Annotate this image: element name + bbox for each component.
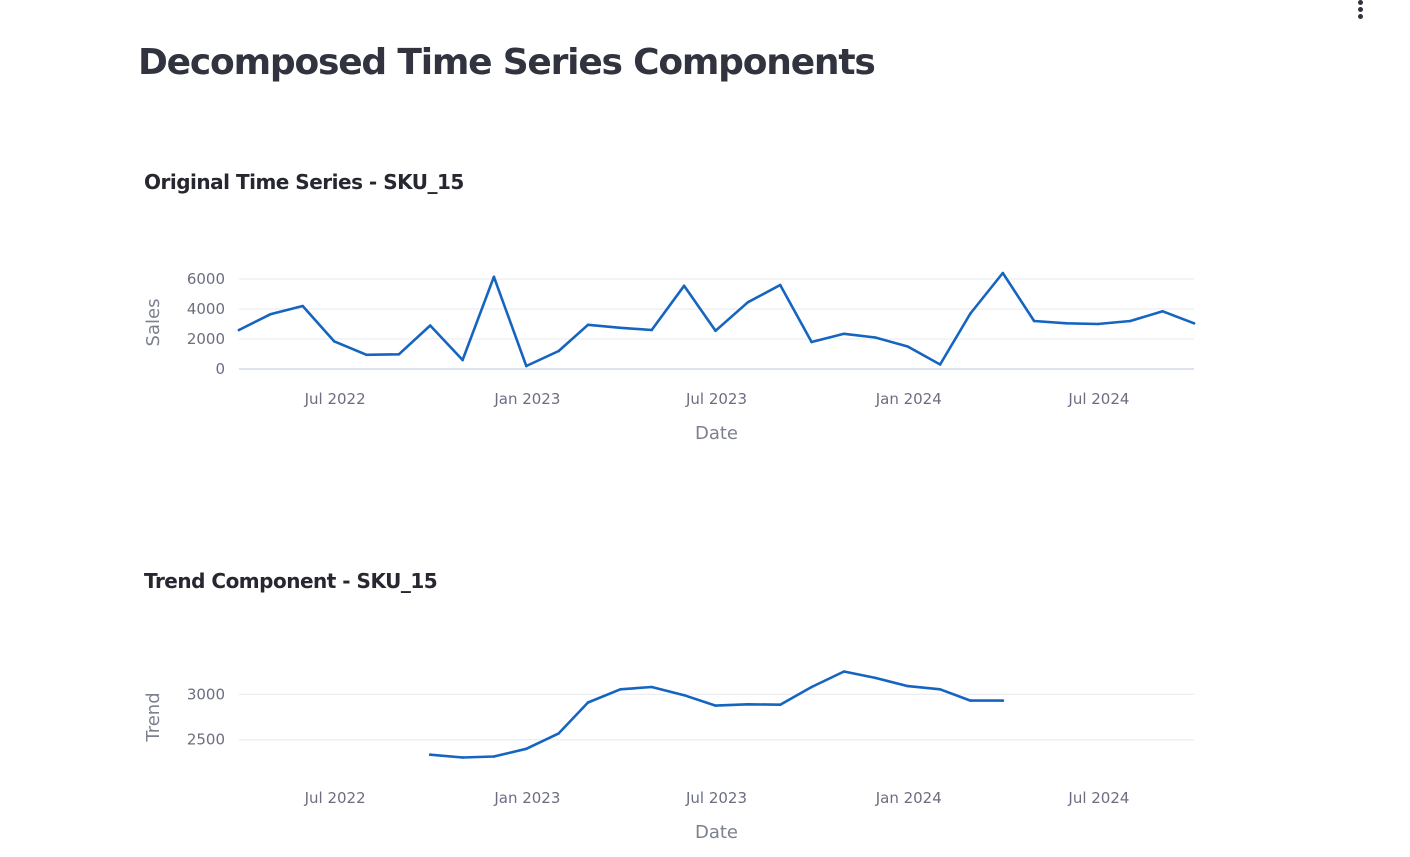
- data-point: [682, 284, 686, 288]
- x-tick-label: Jan 2023: [493, 390, 560, 408]
- x-axis-title: Date: [695, 423, 738, 444]
- menu-dot: [1358, 14, 1363, 19]
- data-point: [906, 345, 910, 348]
- data-point: [1001, 699, 1005, 702]
- data-point: [906, 684, 910, 688]
- data-point: [842, 332, 846, 336]
- kebab-menu-icon[interactable]: [1350, 0, 1370, 22]
- data-point: [1192, 321, 1196, 325]
- original-series-chart: Original Time Series - SKU_15 0 2000 4000 6…: [138, 168, 1208, 458]
- data-point: [365, 353, 368, 357]
- data-point: [1096, 322, 1100, 326]
- data-point: [557, 732, 561, 735]
- data-point: [969, 699, 972, 702]
- y-tick-label: 2500: [187, 731, 225, 749]
- data-point: [810, 340, 813, 344]
- data-point: [269, 312, 272, 316]
- data-point: [714, 704, 717, 707]
- data-point: [874, 676, 877, 680]
- data-point: [1161, 309, 1164, 313]
- y-axis-title: Sales: [143, 299, 164, 347]
- data-point: [778, 283, 782, 287]
- data-point: [778, 703, 782, 707]
- data-point: [682, 693, 686, 697]
- menu-dot: [1358, 7, 1363, 12]
- x-tick-label: Jan 2024: [875, 390, 942, 408]
- page-title: Decomposed Time Series Components: [138, 42, 876, 83]
- x-axis-title: Date: [695, 822, 738, 843]
- data-point: [938, 363, 942, 366]
- trend-component-chart: Trend Component - SKU_15 2500 3000 Jul 202…: [138, 567, 1208, 857]
- data-point: [746, 300, 750, 304]
- data-point: [810, 685, 813, 689]
- data-point: [619, 326, 622, 330]
- x-tick-label: Jan 2023: [493, 789, 560, 807]
- data-point: [525, 747, 528, 751]
- x-tick-label: Jul 2023: [685, 789, 747, 807]
- x-tick-label: Jul 2024: [1067, 390, 1129, 408]
- data-point: [650, 328, 654, 332]
- y-tick-label: 2000: [187, 330, 225, 348]
- data-point: [938, 687, 942, 691]
- data-point: [428, 324, 432, 327]
- series-line[interactable]: [428, 670, 1005, 759]
- data-point: [874, 336, 877, 339]
- data-point: [714, 329, 717, 333]
- x-tick-label: Jul 2022: [304, 789, 366, 807]
- x-tick-label: Jul 2022: [304, 390, 366, 408]
- data-point: [746, 702, 750, 706]
- y-tick-label: 0: [215, 360, 225, 378]
- y-axis-title: Trend: [143, 692, 164, 742]
- x-tick-label: Jul 2023: [685, 390, 747, 408]
- data-point: [1032, 319, 1036, 323]
- data-point: [1001, 271, 1005, 275]
- menu-dot: [1358, 0, 1363, 5]
- y-tick-label: 6000: [187, 270, 225, 288]
- data-point: [1065, 321, 1068, 325]
- data-point: [397, 353, 401, 356]
- y-tick-label: 4000: [187, 300, 225, 318]
- data-point: [428, 753, 432, 757]
- data-point: [492, 755, 496, 758]
- data-point: [237, 328, 241, 332]
- trend-component-plot[interactable]: 2500 3000 Jul 2022 Jan 2023 Jul 2023 Jan 2024…: [138, 567, 1208, 857]
- data-point: [301, 304, 305, 308]
- data-point: [842, 670, 846, 673]
- data-point: [586, 701, 590, 704]
- data-point: [1128, 319, 1132, 323]
- data-point: [332, 339, 336, 343]
- y-tick-label: 3000: [187, 685, 225, 703]
- data-point: [619, 687, 622, 691]
- data-point: [557, 349, 561, 353]
- series-line[interactable]: [237, 271, 1196, 368]
- data-point: [650, 685, 654, 689]
- data-point: [461, 358, 464, 362]
- data-point: [525, 364, 528, 368]
- data-point: [492, 275, 496, 279]
- data-point: [969, 312, 972, 315]
- x-tick-label: Jan 2024: [875, 789, 942, 807]
- original-series-plot[interactable]: 0 2000 4000 6000 Jul 2022 Jan 2023 Jul 2023 Jan…: [138, 168, 1208, 458]
- x-tick-label: Jul 2024: [1067, 789, 1129, 807]
- data-point: [461, 756, 464, 759]
- data-point: [586, 323, 590, 327]
